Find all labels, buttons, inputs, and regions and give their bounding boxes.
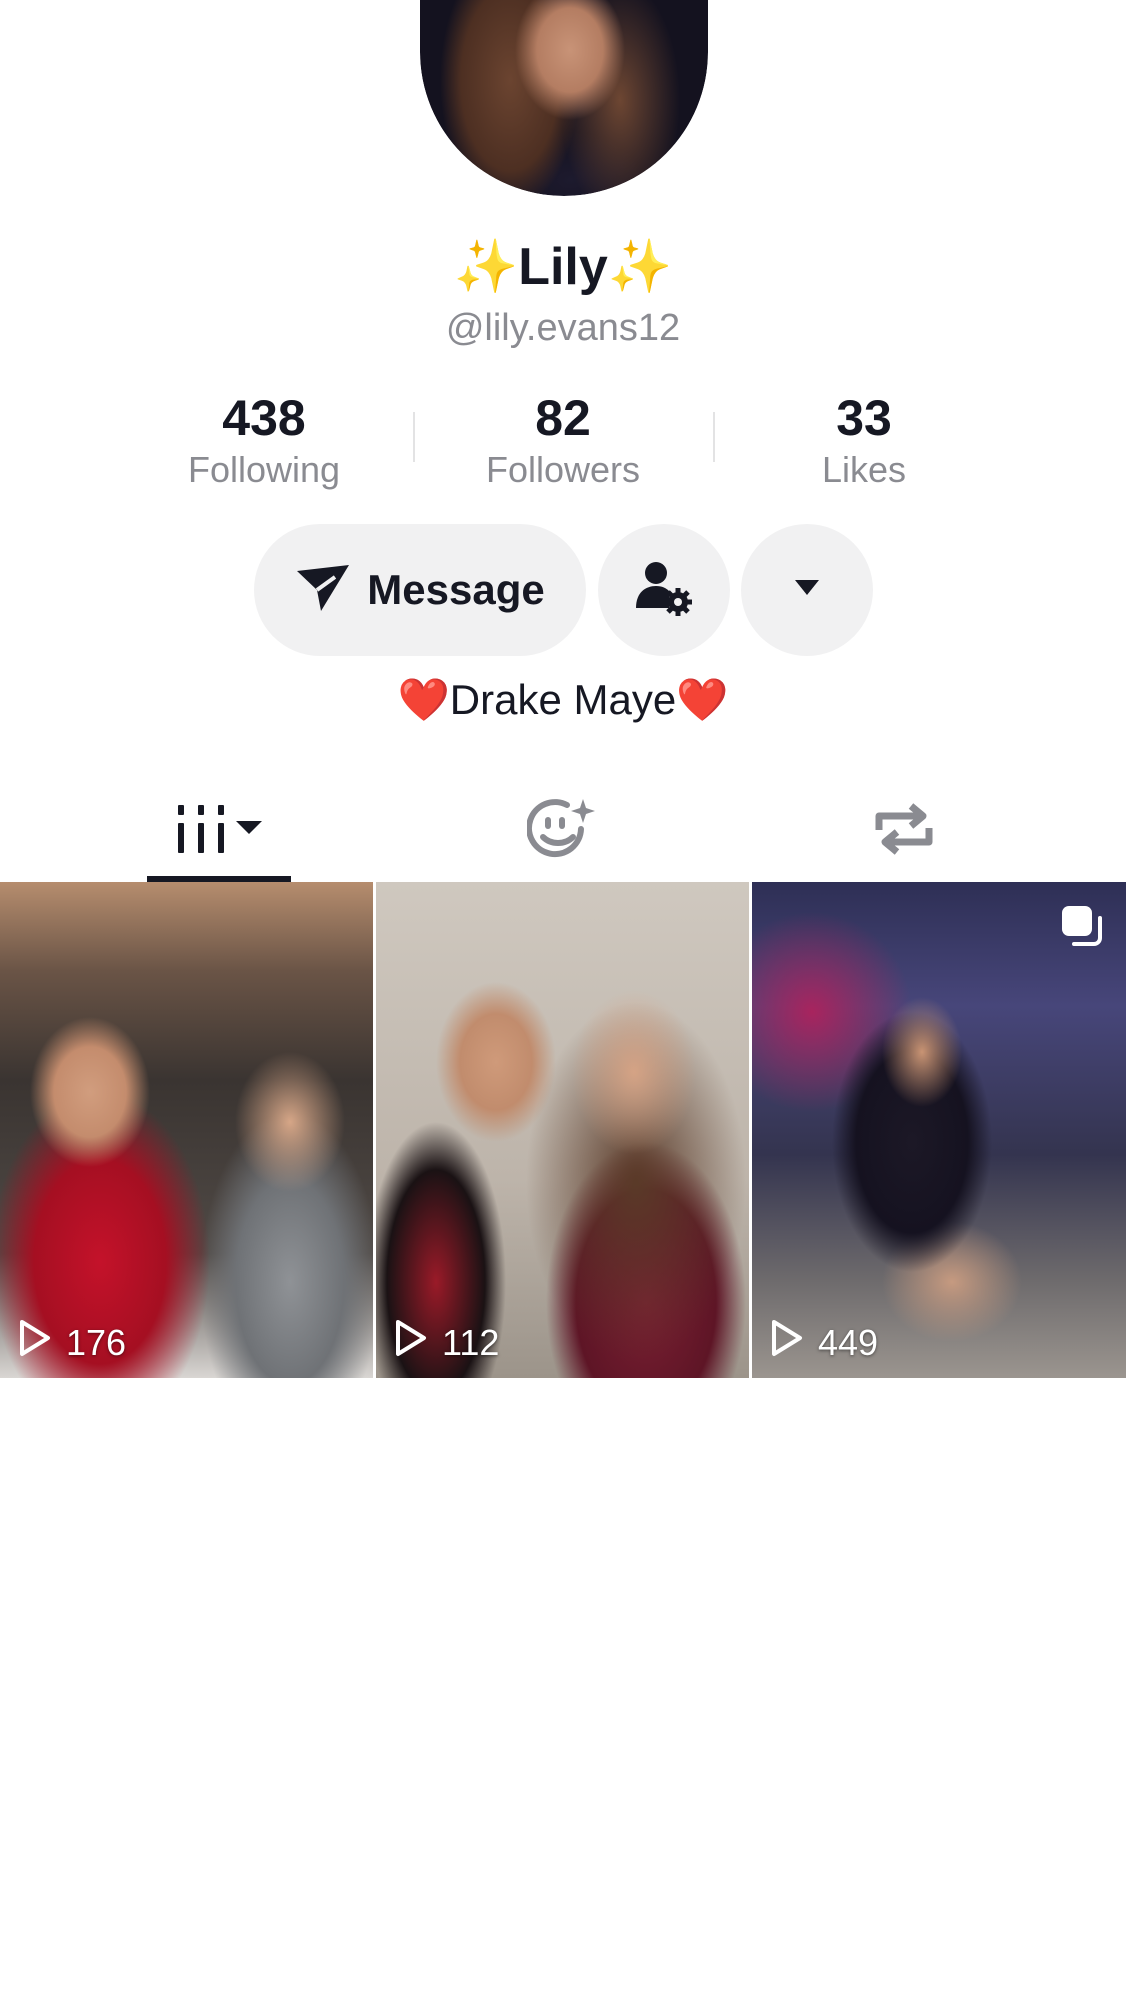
sparkle-face-icon <box>526 797 597 866</box>
view-count-text: 176 <box>66 1321 127 1363</box>
stat-following[interactable]: 438 Following <box>144 390 384 494</box>
grid-divider <box>373 882 376 1378</box>
multi-photo-icon <box>1060 904 1104 953</box>
play-icon <box>394 1319 442 1366</box>
sparkle-emoji: ✨ <box>607 238 673 296</box>
content-tabs <box>0 780 1126 882</box>
grid-divider <box>749 882 752 1378</box>
username-handle: @lily.evans12 <box>445 307 681 349</box>
play-icon <box>18 1319 66 1366</box>
tab-favorites[interactable] <box>490 780 634 882</box>
view-count: 176 <box>18 1319 126 1366</box>
profile-stats: 438 Following 82 Followers 33 Likes <box>0 390 1126 500</box>
view-count-text: 112 <box>442 1321 500 1363</box>
stat-likes[interactable]: 33 Likes <box>744 390 984 494</box>
send-icon <box>295 563 351 618</box>
sparkle-emoji: ✨ <box>453 238 519 296</box>
play-icon <box>770 1319 818 1366</box>
display-name-text: Lily <box>518 238 608 296</box>
caret-down-icon <box>794 579 820 602</box>
display-name: ✨Lily✨ <box>0 236 1126 297</box>
profile-bio: ❤️Drake Maye❤️ <box>397 676 729 723</box>
video-grid: 176 112 449 <box>0 882 1126 1378</box>
avatar-image <box>420 0 708 196</box>
add-friend-button[interactable] <box>598 524 730 656</box>
stat-value: 438 <box>222 390 306 446</box>
stat-divider <box>413 412 415 462</box>
video-thumbnail[interactable]: 112 <box>376 882 749 1378</box>
video-thumbnail[interactable]: 449 <box>752 882 1126 1378</box>
stat-label: Likes <box>821 449 907 490</box>
video-thumbnail[interactable]: 176 <box>0 882 373 1378</box>
message-button[interactable]: Message <box>254 524 586 656</box>
avatar[interactable] <box>420 0 708 196</box>
view-count: 112 <box>394 1319 499 1366</box>
stat-followers[interactable]: 82 Followers <box>443 390 683 494</box>
stat-label: Followers <box>485 449 641 490</box>
tab-reposts[interactable] <box>832 780 976 882</box>
stat-value: 33 <box>836 390 892 446</box>
grid-icon <box>174 801 264 862</box>
stat-divider <box>713 412 715 462</box>
repost-icon <box>871 800 937 863</box>
view-count: 449 <box>770 1319 878 1366</box>
stat-value: 82 <box>535 390 591 446</box>
more-options-button[interactable] <box>741 524 873 656</box>
tab-videos[interactable] <box>147 780 291 882</box>
view-count-text: 449 <box>818 1321 879 1363</box>
message-button-label: Message <box>367 566 545 613</box>
user-gear-icon <box>634 558 694 623</box>
stat-label: Following <box>187 449 341 490</box>
